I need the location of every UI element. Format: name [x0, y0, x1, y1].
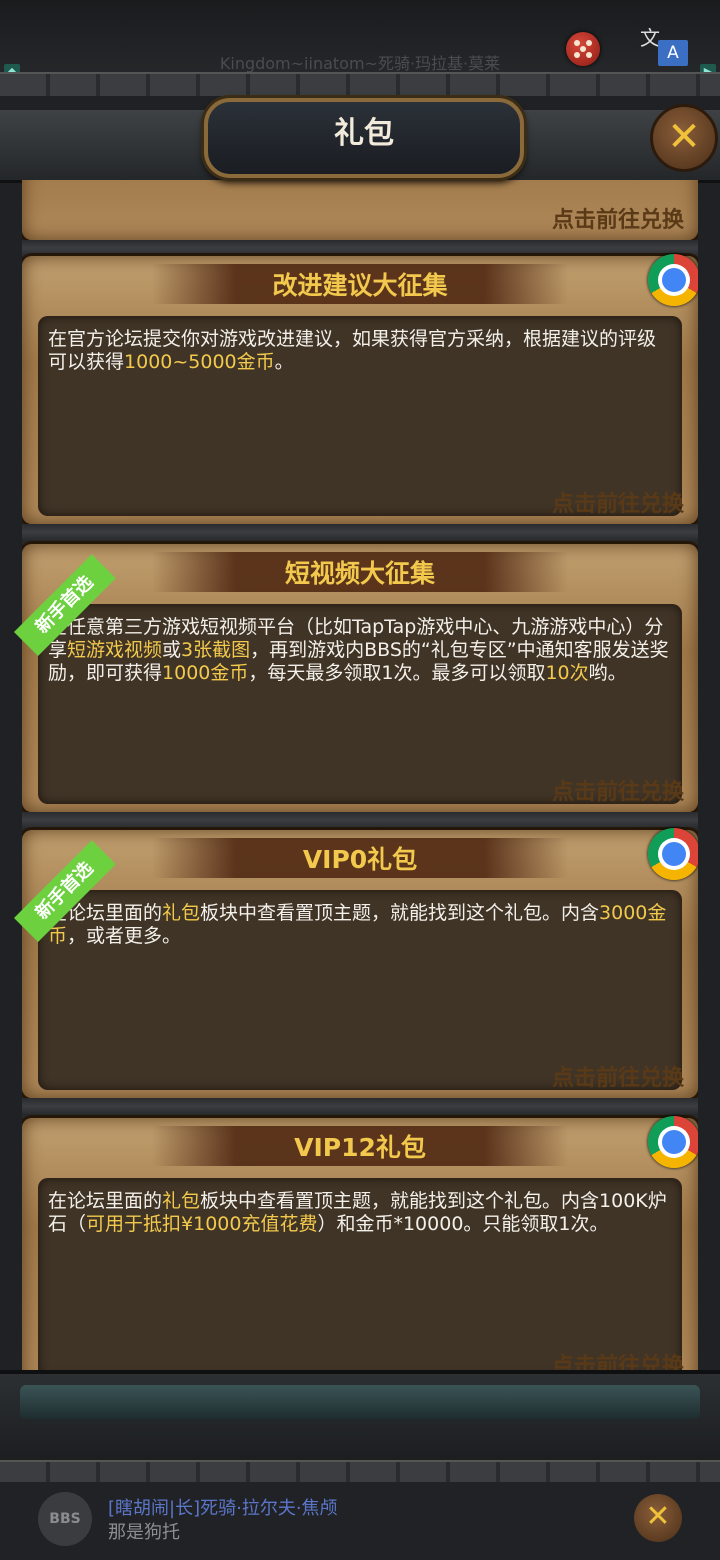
description-text: 板块中查看置顶主题，就能找到这个礼包。内含: [200, 902, 600, 924]
gift-card: 短视频大征集 在任意第三方游戏短视频平台（比如TapTap游戏中心、九游游戏中心…: [22, 544, 698, 812]
card-divider: [22, 240, 698, 256]
gift-card: VIP0礼包 在论坛里面的礼包板块中查看置顶主题，就能找到这个礼包。内含3000…: [22, 828, 698, 1098]
chrome-icon[interactable]: [648, 254, 698, 306]
chat-sender-name: [瞎胡闹|长]死骑·拉尔夫·焦颅: [108, 1498, 338, 1519]
bbs-icon[interactable]: BBS: [38, 1492, 92, 1546]
card-description: 在论坛里面的礼包板块中查看置顶主题，就能找到这个礼包。内含3000金币，或者更多…: [48, 902, 672, 948]
highlight-text: 礼包: [162, 1190, 201, 1212]
card-description: 在官方论坛提交你对游戏改进建议，如果获得官方采纳，根据建议的评级可以获得1000…: [48, 328, 672, 374]
highlight-text: 3张截图: [181, 639, 251, 661]
description-text: 哟。: [588, 662, 627, 684]
description-text: ，每天最多领取1次。最多可以领取: [248, 662, 546, 684]
card-divider: [22, 812, 698, 828]
translate-icon[interactable]: 文A: [640, 22, 688, 66]
card-description: 在任意第三方游戏短视频平台（比如TapTap游戏中心、九游游戏中心）分享短游戏视…: [48, 616, 672, 685]
page-title: 礼包: [334, 116, 394, 151]
chat-close-button[interactable]: ✕: [634, 1494, 682, 1542]
close-button[interactable]: ✕: [650, 104, 718, 172]
description-text: 或: [162, 639, 182, 661]
gift-card-previous: 点击前往兑换: [22, 180, 698, 240]
gift-card: 改进建议大征集 在官方论坛提交你对游戏改进建议，如果获得官方采纳，根据建议的评级…: [22, 254, 698, 524]
card-description: 在论坛里面的礼包板块中查看置顶主题，就能找到这个礼包。内含100K炉石（可用于抵…: [48, 1190, 672, 1236]
server-ticker: Kingdom~iinatom~死骑·玛拉基·莫莱: [219, 54, 501, 73]
description-text: ）和金币*10000。只能领取1次。: [317, 1213, 609, 1235]
card-title: 短视频大征集: [284, 559, 435, 588]
description-text: 在论坛里面的: [48, 1190, 163, 1212]
highlight-text: 10次: [545, 662, 589, 684]
highlight-text: 礼包: [162, 902, 201, 924]
redeem-link[interactable]: 点击前往兑换: [552, 1348, 684, 1370]
gift-list[interactable]: 点击前往兑换 改进建议大征集 在官方论坛提交你对游戏改进建议，如果获得官方采纳，…: [22, 180, 698, 1370]
redeem-link[interactable]: 点击前往兑换: [552, 774, 684, 806]
description-text: 。: [274, 351, 294, 373]
redeem-link[interactable]: 点击前往兑换: [552, 202, 684, 234]
chrome-icon[interactable]: [648, 828, 698, 880]
highlight-text: 1000~5000金币: [124, 351, 275, 373]
top-status-strip: Kingdom~iinatom~死骑·玛拉基·莫莱 文A: [0, 0, 720, 80]
gift-card: VIP12礼包 在论坛里面的礼包板块中查看置顶主题，就能找到这个礼包。内含100…: [22, 1116, 698, 1370]
card-title: 改进建议大征集: [272, 271, 448, 300]
title-plate: 礼包: [204, 98, 524, 178]
card-divider: [22, 524, 698, 540]
chat-message: 那是狗托: [108, 1522, 180, 1543]
chrome-icon[interactable]: [648, 1116, 698, 1168]
highlight-text: 短游戏视频: [67, 639, 163, 661]
bottom-rail: [20, 1385, 700, 1419]
redeem-link[interactable]: 点击前往兑换: [552, 486, 684, 518]
card-title: VIP0礼包: [302, 845, 418, 874]
redeem-link[interactable]: 点击前往兑换: [552, 1060, 684, 1092]
card-title: VIP12礼包: [294, 1133, 426, 1162]
card-divider: [22, 1098, 698, 1114]
highlight-text: 可用于抵扣¥1000充值花费: [86, 1213, 318, 1235]
highlight-text: 1000金币: [162, 662, 249, 684]
dice-icon[interactable]: [566, 32, 600, 66]
description-text: ，或者更多。: [67, 925, 182, 947]
